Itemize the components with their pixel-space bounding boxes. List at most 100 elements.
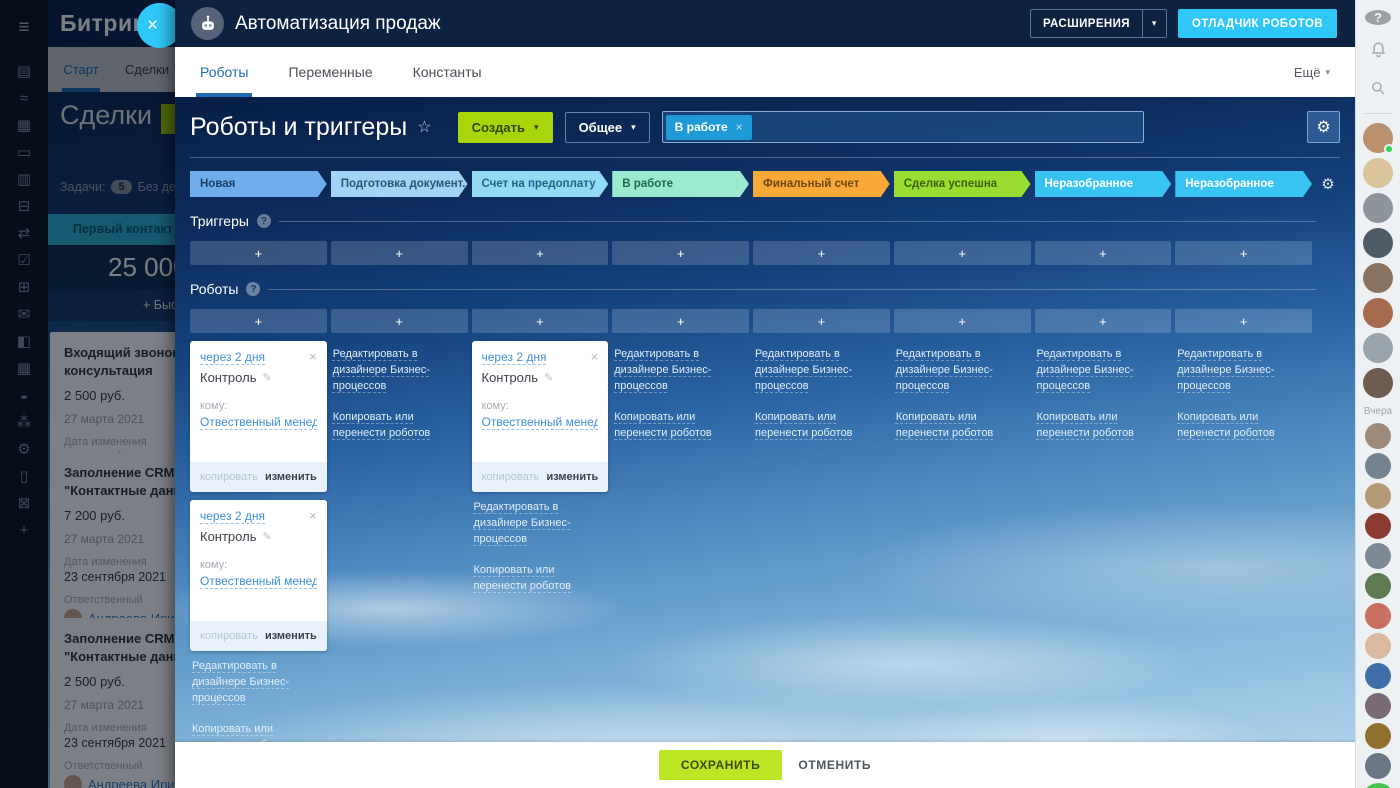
avatar[interactable] <box>1365 573 1391 599</box>
help-button[interactable]: ? <box>1365 10 1391 25</box>
robot-assignee-link[interactable]: Отвественный менед... <box>200 574 317 589</box>
copy-move-link[interactable]: Копировать или перенести роботов <box>333 410 466 442</box>
add-robot-button[interactable]: + <box>331 309 468 333</box>
favorite-star-icon[interactable]: ☆ <box>417 117 431 137</box>
avatar[interactable] <box>1363 158 1393 188</box>
copy-robot-link[interactable]: копировать <box>482 471 540 483</box>
avatar[interactable] <box>1365 723 1391 749</box>
more-menu[interactable]: Ещё▾ <box>1294 65 1330 80</box>
tab-robots[interactable]: Роботы <box>200 47 248 97</box>
help-icon[interactable]: ? <box>257 214 271 228</box>
stage-chip[interactable]: В работе <box>612 171 749 197</box>
avatar[interactable] <box>1363 368 1393 398</box>
stage-chip[interactable]: Неразобранное <box>1035 171 1172 197</box>
robot-assignee-link[interactable]: Отвественный менед... <box>200 415 317 430</box>
avatar[interactable] <box>1365 753 1391 779</box>
stage-chip[interactable]: Подготовка документ... <box>331 171 468 197</box>
designer-link[interactable]: Редактировать в дизайнере Бизнес-процесс… <box>192 659 325 707</box>
add-robot-button[interactable]: + <box>753 309 890 333</box>
robot-delay-link[interactable]: через 2 дня <box>200 350 265 365</box>
edit-robot-link[interactable]: изменить <box>546 471 598 483</box>
edit-pencil-icon[interactable]: ✎ <box>262 530 271 543</box>
designer-link[interactable]: Редактировать в дизайнере Бизнес-процесс… <box>333 347 466 395</box>
avatar[interactable] <box>1363 123 1393 153</box>
edit-pencil-icon[interactable]: ✎ <box>544 371 553 384</box>
stage-chip[interactable]: Счет на предоплату <box>472 171 609 197</box>
remove-filter-icon[interactable]: × <box>736 120 743 134</box>
avatar[interactable] <box>1365 603 1391 629</box>
add-trigger-button[interactable]: + <box>331 241 468 265</box>
robot-delay-link[interactable]: через 2 дня <box>200 509 265 524</box>
robot-delay-link[interactable]: через 2 дня <box>482 350 547 365</box>
avatar[interactable] <box>1363 333 1393 363</box>
copy-move-link[interactable]: Копировать или перенести роботов <box>474 563 607 595</box>
add-trigger-button[interactable]: + <box>190 241 327 265</box>
help-icon[interactable]: ? <box>246 282 260 296</box>
telephony-button[interactable] <box>1362 783 1395 788</box>
edit-pencil-icon[interactable]: ✎ <box>262 371 271 384</box>
create-button[interactable]: Создать▾ <box>458 112 553 143</box>
filter-search-input[interactable]: В работе× <box>662 111 1144 143</box>
designer-link[interactable]: Редактировать в дизайнере Бизнес-процесс… <box>614 347 747 395</box>
add-trigger-button[interactable]: + <box>894 241 1031 265</box>
add-trigger-button[interactable]: + <box>1175 241 1312 265</box>
designer-link[interactable]: Редактировать в дизайнере Бизнес-процесс… <box>755 347 888 395</box>
avatar[interactable] <box>1363 298 1393 328</box>
close-icon[interactable]: × <box>309 350 317 363</box>
extensions-button[interactable]: РАСШИРЕНИЯ ▾ <box>1030 9 1167 38</box>
notifications-bell-icon[interactable] <box>1369 40 1388 64</box>
add-robot-button[interactable]: + <box>1175 309 1312 333</box>
stage-chip[interactable]: Финальный счет <box>753 171 890 197</box>
search-icon[interactable] <box>1369 79 1387 102</box>
copy-robot-link[interactable]: копировать <box>200 471 258 483</box>
add-trigger-button[interactable]: + <box>472 241 609 265</box>
copy-move-link[interactable]: Копировать или перенести роботов <box>1177 410 1310 442</box>
add-trigger-button[interactable]: + <box>612 241 749 265</box>
robot-assignee-link[interactable]: Отвественный менед... <box>482 415 599 430</box>
avatar[interactable] <box>1365 633 1391 659</box>
designer-link[interactable]: Редактировать в дизайнере Бизнес-процесс… <box>474 500 607 548</box>
copy-robot-link[interactable]: копировать <box>200 630 258 642</box>
stage-chip[interactable]: Сделка успешна <box>894 171 1031 197</box>
add-trigger-button[interactable]: + <box>753 241 890 265</box>
add-robot-button[interactable]: + <box>612 309 749 333</box>
copy-move-link[interactable]: Копировать или перенести роботов <box>1037 410 1170 442</box>
avatar[interactable] <box>1365 693 1391 719</box>
close-icon[interactable]: × <box>309 509 317 522</box>
stage-chip[interactable]: Неразобранное <box>1175 171 1312 197</box>
add-robot-button[interactable]: + <box>472 309 609 333</box>
chevron-down-icon[interactable]: ▾ <box>1143 18 1166 29</box>
avatar[interactable] <box>1363 228 1393 258</box>
stages-settings-gear-icon[interactable]: ⚙ <box>1316 175 1340 193</box>
cancel-button[interactable]: ОТМЕНИТЬ <box>798 758 871 772</box>
avatar[interactable] <box>1365 513 1391 539</box>
scope-select[interactable]: Общее▾ <box>565 112 650 143</box>
tab-variables[interactable]: Переменные <box>288 47 372 97</box>
copy-move-link[interactable]: Копировать или перенести роботов <box>896 410 1029 442</box>
overlay-dim[interactable] <box>0 0 176 788</box>
copy-move-link[interactable]: Копировать или перенести роботов <box>614 410 747 442</box>
add-robot-button[interactable]: + <box>894 309 1031 333</box>
tab-constants[interactable]: Константы <box>413 47 482 97</box>
robot-card[interactable]: через 2 дня× Контроль✎ кому: Отвественны… <box>190 341 327 492</box>
add-trigger-button[interactable]: + <box>1035 241 1172 265</box>
add-robot-button[interactable]: + <box>1035 309 1172 333</box>
robot-card[interactable]: через 2 дня× Контроль✎ кому: Отвественны… <box>190 500 327 651</box>
avatar[interactable] <box>1365 453 1391 479</box>
filter-settings-button[interactable]: ⚙ <box>1307 111 1340 143</box>
edit-robot-link[interactable]: изменить <box>265 630 317 642</box>
designer-link[interactable]: Редактировать в дизайнере Бизнес-процесс… <box>1037 347 1170 395</box>
save-button[interactable]: СОХРАНИТЬ <box>659 750 783 780</box>
robot-card[interactable]: через 2 дня× Контроль✎ кому: Отвественны… <box>472 341 609 492</box>
filter-tag[interactable]: В работе× <box>666 115 752 140</box>
avatar[interactable] <box>1363 193 1393 223</box>
avatar[interactable] <box>1365 483 1391 509</box>
close-icon[interactable]: × <box>591 350 599 363</box>
robot-debugger-button[interactable]: ОТЛАДЧИК РОБОТОВ <box>1178 9 1337 38</box>
edit-robot-link[interactable]: изменить <box>265 471 317 483</box>
designer-link[interactable]: Редактировать в дизайнере Бизнес-процесс… <box>896 347 1029 395</box>
avatar[interactable] <box>1365 423 1391 449</box>
avatar[interactable] <box>1363 263 1393 293</box>
avatar[interactable] <box>1365 663 1391 689</box>
designer-link[interactable]: Редактировать в дизайнере Бизнес-процесс… <box>1177 347 1310 395</box>
